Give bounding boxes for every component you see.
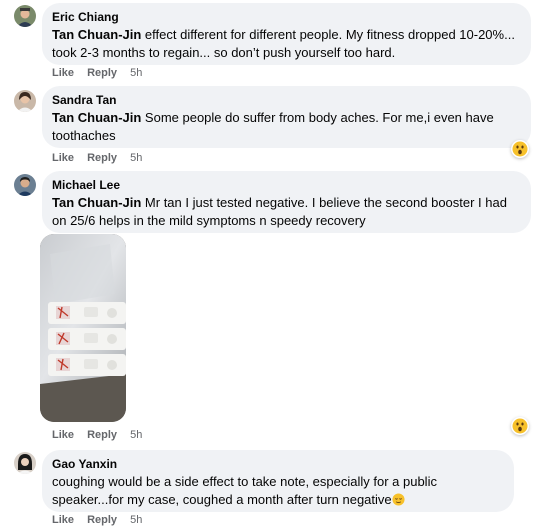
- wow-emoji-icon[interactable]: [511, 417, 529, 435]
- comment-text: coughing would be a side effect to take …: [52, 473, 502, 508]
- avatar-image: [14, 90, 36, 112]
- like-button[interactable]: Like: [52, 67, 74, 79]
- avatar-michael-lee[interactable]: [14, 174, 36, 196]
- comment-author[interactable]: Sandra Tan: [52, 93, 519, 108]
- comment-text: Tan Chuan-Jin Some people do suffer from…: [52, 109, 519, 144]
- comment-bubble: Sandra Tan Tan Chuan-Jin Some people do …: [42, 86, 531, 148]
- comment-timestamp[interactable]: 5h: [130, 67, 142, 79]
- comment-bubble: Michael Lee Tan Chuan-Jin Mr tan I just …: [42, 171, 531, 233]
- comment-text: Tan Chuan-Jin Mr tan I just tested negat…: [52, 194, 519, 229]
- test-kits-photo: [40, 234, 126, 422]
- comment-author[interactable]: Michael Lee: [52, 178, 519, 193]
- comment-timestamp[interactable]: 5h: [130, 514, 142, 526]
- avatar-eric-chiang[interactable]: [14, 5, 36, 27]
- wow-emoji-icon[interactable]: [511, 140, 529, 158]
- mention-link[interactable]: Tan Chuan-Jin: [52, 27, 141, 42]
- like-button[interactable]: Like: [52, 514, 74, 526]
- mention-link[interactable]: Tan Chuan-Jin: [52, 110, 141, 125]
- comment-actions: Like Reply 5h: [52, 513, 142, 527]
- reply-button[interactable]: Reply: [87, 67, 117, 79]
- comment-photo-attachment[interactable]: [40, 234, 126, 422]
- comment-bubble: Eric Chiang Tan Chuan-Jin effect differe…: [42, 3, 531, 65]
- reply-button[interactable]: Reply: [87, 429, 117, 441]
- like-button[interactable]: Like: [52, 152, 74, 164]
- avatar-image: [14, 452, 36, 474]
- relieved-face-emoji-icon: [392, 492, 405, 506]
- comment-timestamp[interactable]: 5h: [130, 152, 142, 164]
- mention-link[interactable]: Tan Chuan-Jin: [52, 195, 141, 210]
- reply-button[interactable]: Reply: [87, 152, 117, 164]
- comment-actions: Like Reply 5h: [52, 428, 142, 442]
- comment-actions: Like Reply 5h: [52, 66, 142, 80]
- avatar-sandra-tan[interactable]: [14, 90, 36, 112]
- comment-bubble: Gao Yanxin coughing would be a side effe…: [42, 450, 514, 512]
- comment-timestamp[interactable]: 5h: [130, 429, 142, 441]
- avatar-image: [14, 174, 36, 196]
- avatar-image: [14, 5, 36, 27]
- comment-actions: Like Reply 5h: [52, 151, 142, 165]
- like-button[interactable]: Like: [52, 429, 74, 441]
- comment-body: coughing would be a side effect to take …: [52, 474, 437, 507]
- comment-text: Tan Chuan-Jin effect different for diffe…: [52, 26, 519, 61]
- avatar-gao-yanxin[interactable]: [14, 452, 36, 474]
- comment-author[interactable]: Gao Yanxin: [52, 457, 502, 472]
- comment-author[interactable]: Eric Chiang: [52, 10, 519, 25]
- reply-button[interactable]: Reply: [87, 514, 117, 526]
